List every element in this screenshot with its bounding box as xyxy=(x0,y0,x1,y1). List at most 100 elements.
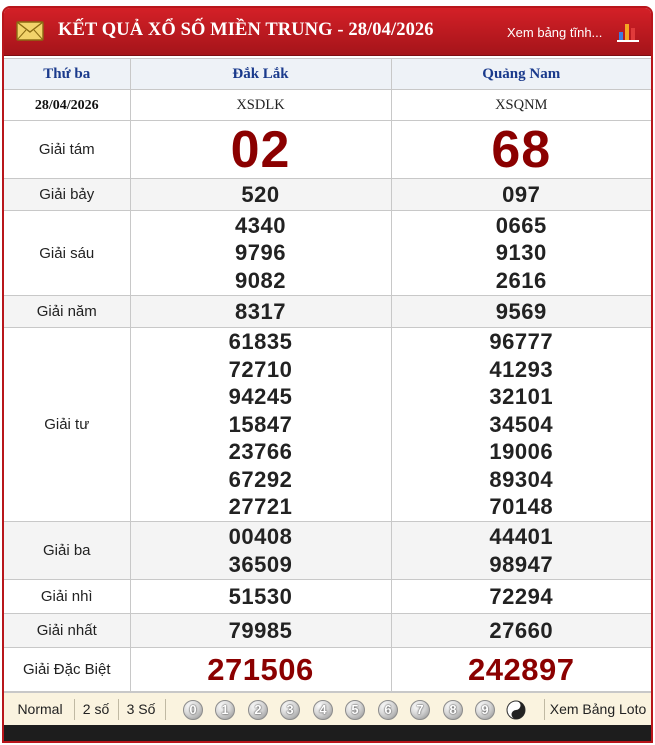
prize-number: 68 xyxy=(491,120,552,179)
prize-number: 00408 xyxy=(228,524,293,549)
prize-number: 9796 xyxy=(235,240,286,266)
yin-yang-icon[interactable] xyxy=(506,700,526,720)
prize-label: Giải năm xyxy=(4,295,131,328)
prize-number: 36509 xyxy=(228,551,293,577)
prize-number: 96777 xyxy=(489,329,554,355)
prize-cell: 79985 xyxy=(129,613,392,648)
prize-cell: 8317 xyxy=(129,295,392,328)
prize-number: 2616 xyxy=(495,267,547,293)
prize-number: 23766 xyxy=(228,439,293,465)
view-static-table-link[interactable]: Xem bảng tĩnh... xyxy=(507,25,602,40)
prize-label: Giải ba xyxy=(4,521,131,580)
prize-label: Giải Đặc Biệt xyxy=(4,647,131,692)
bar-chart-icon[interactable] xyxy=(615,18,641,44)
prize-number: 097 xyxy=(502,181,541,207)
prize-number: 520 xyxy=(241,181,280,207)
province-cell-dak-lak: Đắk Lắk xyxy=(129,58,392,90)
province-cell-quang-nam: Quảng Nam xyxy=(390,58,651,90)
prize-number: 94245 xyxy=(228,384,293,410)
prize-number: 98947 xyxy=(489,551,554,577)
prize-number: 32101 xyxy=(489,384,554,410)
prize-cell: 097 xyxy=(390,178,651,211)
envelope-icon xyxy=(16,21,44,41)
prize-number: 70148 xyxy=(489,494,554,520)
digit-filter-1[interactable]: 1 xyxy=(215,700,235,720)
digit-filter-4[interactable]: 4 xyxy=(313,700,333,720)
prize-cell: 271506 xyxy=(129,647,392,692)
prize-cell: 27660 xyxy=(390,613,651,648)
prize-label: Giải nhất xyxy=(4,613,131,648)
weekday-label: Thứ ba xyxy=(43,66,91,82)
digit-filter-5[interactable]: 5 xyxy=(345,700,365,720)
display-toolbar: Normal 2 số 3 Số 0 1 2 3 4 5 6 7 8 9 Xem… xyxy=(4,692,651,725)
prize-number: 67292 xyxy=(228,466,293,492)
special-prize-number: 242897 xyxy=(468,651,575,687)
prize-cell: 02 xyxy=(129,120,392,179)
prize-number: 61835 xyxy=(228,329,293,355)
prize-cell: 61835 72710 94245 15847 23766 67292 2772… xyxy=(129,327,392,522)
digit-filter-0[interactable]: 0 xyxy=(183,700,203,720)
digit-filter-8[interactable]: 8 xyxy=(443,700,463,720)
panel-header: KẾT QUẢ XỔ SỐ MIỀN TRUNG - 28/04/2026 Xe… xyxy=(4,8,651,56)
prize-row-3rd: Giải ba 00408 36509 44401 98947 xyxy=(4,521,651,580)
prize-number: 72710 xyxy=(228,356,293,382)
prize-cell: 0665 9130 2616 xyxy=(390,210,651,296)
prize-cell: 00408 36509 xyxy=(129,521,392,580)
province-code: XSDLK xyxy=(236,97,285,113)
prize-number: 8317 xyxy=(235,298,286,324)
prize-label: Giải tám xyxy=(4,120,131,179)
digit-filter-9[interactable]: 9 xyxy=(475,700,495,720)
prize-row-6th: Giải sáu 4340 9796 9082 0665 9130 2616 xyxy=(4,210,651,296)
results-table: Thứ ba Đắk Lắk Quảng Nam 28/04/2026 XSDL… xyxy=(4,58,651,692)
prize-cell: 9569 xyxy=(390,295,651,328)
prize-label: Giải bảy xyxy=(4,178,131,211)
two-digit-mode-button[interactable]: 2 số xyxy=(76,693,116,726)
prize-row-7th: Giải bảy 520 097 xyxy=(4,178,651,211)
prize-number: 15847 xyxy=(228,411,293,437)
code-cell-quang-nam: XSQNM xyxy=(390,89,651,121)
prize-number: 9130 xyxy=(495,240,547,266)
digit-filter-7[interactable]: 7 xyxy=(410,700,430,720)
prize-cell: 520 xyxy=(129,178,392,211)
prize-cell: 44401 98947 xyxy=(390,521,651,580)
view-loto-table-button[interactable]: Xem Bảng Loto xyxy=(548,693,648,726)
prize-label: Giải tư xyxy=(4,327,131,522)
province-link-dak-lak[interactable]: Đắk Lắk xyxy=(232,66,288,82)
normal-mode-button[interactable]: Normal xyxy=(8,693,72,726)
prize-number: 44401 xyxy=(489,524,554,549)
prize-number: 19006 xyxy=(489,439,554,465)
prize-number: 89304 xyxy=(489,466,554,492)
prize-cell: 4340 9796 9082 xyxy=(129,210,392,296)
three-digit-mode-button[interactable]: 3 Số xyxy=(120,693,162,726)
prize-cell: 242897 xyxy=(390,647,651,692)
prize-number: 9569 xyxy=(495,298,547,324)
prize-label: Giải sáu xyxy=(4,210,131,296)
special-prize-number: 271506 xyxy=(207,651,314,687)
province-header-row: Thứ ba Đắk Lắk Quảng Nam xyxy=(4,58,651,90)
prize-row-1st: Giải nhất 79985 27660 xyxy=(4,613,651,648)
province-code: XSQNM xyxy=(495,97,548,113)
prize-number: 9082 xyxy=(235,267,286,293)
digit-filter-3[interactable]: 3 xyxy=(280,700,300,720)
results-panel: KẾT QUẢ XỔ SỐ MIỀN TRUNG - 28/04/2026 Xe… xyxy=(2,6,653,743)
prize-number: 27721 xyxy=(228,494,293,520)
digit-filter-2[interactable]: 2 xyxy=(248,700,268,720)
prize-number: 4340 xyxy=(235,212,286,238)
digit-filter-6[interactable]: 6 xyxy=(378,700,398,720)
prize-cell: 51530 xyxy=(129,579,392,614)
toolbar-divider xyxy=(544,699,545,720)
province-link-quang-nam[interactable]: Quảng Nam xyxy=(482,66,560,82)
prize-number: 51530 xyxy=(228,583,293,609)
draw-date: 28/04/2026 xyxy=(34,98,99,113)
prize-row-5th: Giải năm 8317 9569 xyxy=(4,295,651,328)
prize-number: 79985 xyxy=(228,617,293,643)
draw-date-cell: 28/04/2026 xyxy=(4,89,131,121)
code-row: 28/04/2026 XSDLK XSQNM xyxy=(4,89,651,121)
prize-cell: 96777 41293 32101 34504 19006 89304 7014… xyxy=(390,327,651,522)
prize-number: 02 xyxy=(230,120,291,179)
toolbar-divider xyxy=(118,699,119,720)
prize-number: 72294 xyxy=(489,583,554,609)
page-title: KẾT QUẢ XỔ SỐ MIỀN TRUNG - 28/04/2026 xyxy=(58,20,434,40)
prize-number: 0665 xyxy=(495,212,547,238)
prize-cell: 72294 xyxy=(390,579,651,614)
